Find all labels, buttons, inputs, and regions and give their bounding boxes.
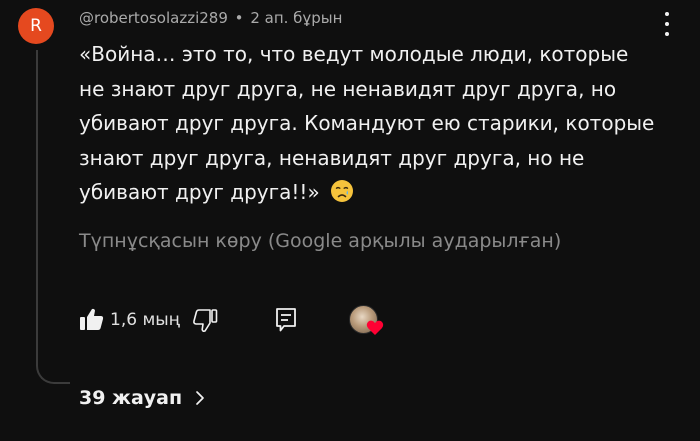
comment-time: 2 ап. бұрын [250,9,343,27]
more-dot [665,12,669,16]
comment-meta: @robertosolazzi289 • 2 ап. бұрын [79,9,342,27]
comment-line: убивают друг друга. Командуют ею старики… [79,111,655,135]
creator-heart [349,304,389,338]
chevron-right-icon [196,391,204,405]
thumbs-up-filled-icon[interactable] [79,306,105,332]
like-count: 1,6 мың [110,310,180,330]
thread-line [36,50,70,384]
thumbs-down-outline-icon[interactable] [192,308,218,334]
crying-face-icon [331,180,354,202]
comment-line: не знают друг друга, не ненавидят друг д… [79,76,617,101]
avatar[interactable]: R [18,8,54,44]
comment-actions: 1,6 мың [79,302,399,338]
reply-icon[interactable] [274,307,298,333]
comment-text: «Война… это то, что ведут молодые люди, … [79,37,679,210]
author-handle[interactable]: @robertosolazzi289 [79,9,228,27]
comment-line: знают друг друга, ненавидят друг друга, … [79,145,585,170]
more-dot [665,22,669,26]
comment-line: убивают друг друга!!» [79,180,320,204]
avatar-letter: R [30,16,42,36]
replies-button[interactable]: 39 жауап [79,384,206,412]
heart-icon [366,320,384,335]
more-dot [665,32,669,36]
comment-line: «Война… это то, что ведут молодые люди, … [79,42,629,66]
replies-count-label: 39 жауап [79,387,183,409]
meta-separator: • [234,9,244,27]
see-original-link[interactable]: Түпнұсқасын көру (Google арқылы аударылғ… [79,230,561,252]
more-options-button[interactable] [660,12,674,36]
